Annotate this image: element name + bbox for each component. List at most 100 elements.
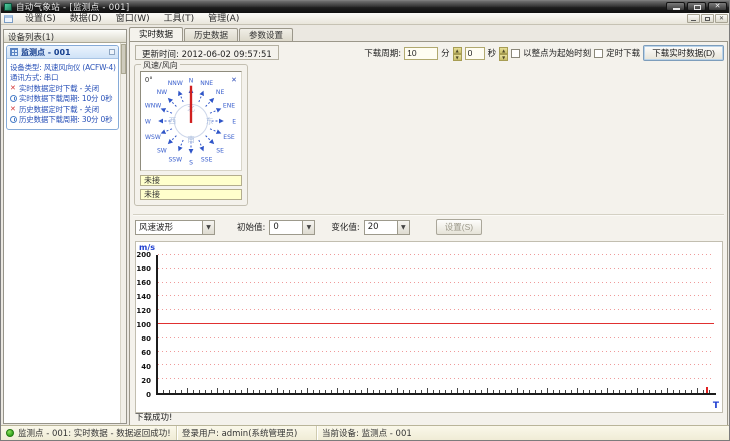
collapse-icon[interactable] <box>109 49 115 55</box>
status-message: 监测点 - 001: 实时数据 - 数据返回成功! <box>1 426 177 440</box>
svg-text:ESE: ESE <box>223 134 235 141</box>
download-controls: 下载周期: 分 秒 以整点为起始时刻 定时下载 下载实时数据(D) <box>364 45 724 61</box>
update-time-label: 更新时间: 2012-06-02 09:57:51 <box>135 45 279 60</box>
initial-value-label: 初始值: <box>237 223 266 233</box>
device-type-row: 设备类型: 风速风向仪 (ACFW-4) <box>10 62 116 72</box>
seconds-input[interactable] <box>464 46 485 60</box>
realtime-period-row: 实时数据下载周期: 10分 0秒 <box>10 94 116 105</box>
checkbox-icon[interactable] <box>594 48 604 58</box>
menu-tools[interactable]: 工具(T) <box>157 13 202 25</box>
wind-group: 风速/风向 0° ✕ N NNE NE ENE E ESE SE SSE S S… <box>134 60 248 206</box>
chart-plot <box>156 254 716 395</box>
status-current-device: 当前设备: 监测点 - 001 <box>322 429 412 439</box>
waveform-select[interactable]: 风速波形 <box>135 219 215 235</box>
chevron-down-icon[interactable] <box>302 220 315 234</box>
download-realtime-button[interactable]: 下载实时数据(D) <box>643 45 724 61</box>
download-status-text: 下载成功! <box>135 413 173 423</box>
chevron-down-icon[interactable] <box>202 220 214 234</box>
wind-compass: 0° ✕ N NNE NE ENE E ESE SE SSE S SSW SW … <box>140 71 242 171</box>
clock-icon <box>10 116 17 124</box>
device-list-header: 设备列表(1) <box>4 30 126 43</box>
svg-text:SW: SW <box>157 147 167 154</box>
svg-text:E: E <box>232 118 236 125</box>
chart-controls: 风速波形 初始值: 0 变化值: 20 设置(S) <box>135 219 483 235</box>
disabled-x-icon <box>10 104 19 114</box>
svg-text:SE: SE <box>216 147 224 154</box>
tab-bar: 实时数据 历史数据 参数设置 <box>129 27 294 41</box>
svg-text:SSE: SSE <box>201 156 213 163</box>
minutes-stepper[interactable] <box>452 46 462 61</box>
device-list-panel: 设备列表(1) 监测点 - 001 设备类型: 风速风向仪 (ACFW-4) 通… <box>3 29 127 424</box>
disabled-x-icon <box>10 83 19 93</box>
device-title: 监测点 - 001 <box>21 47 71 57</box>
wind-degree-label: 0° <box>145 76 153 84</box>
menu-data[interactable]: 数据(D) <box>63 13 109 25</box>
seconds-unit-label: 秒 <box>487 49 497 59</box>
wind-group-title: 风速/风向 <box>141 60 180 71</box>
clock-icon <box>10 95 17 103</box>
window-title: 自动气象站 - [监测点 - 001] <box>16 3 130 13</box>
mdi-minimize-icon[interactable] <box>687 14 700 23</box>
seconds-stepper[interactable] <box>499 46 509 61</box>
close-icon[interactable]: ✕ <box>708 2 727 11</box>
svg-text:WNW: WNW <box>145 102 162 109</box>
download-period-label: 下载周期: <box>364 49 402 59</box>
title-bar: 自动气象站 - [监测点 - 001] ✕ <box>1 1 729 13</box>
svg-text:S: S <box>189 159 193 166</box>
svg-text:南: 南 <box>187 135 194 144</box>
svg-text:W: W <box>145 118 151 125</box>
status-login-user: 登录用户: admin(系统管理员) <box>177 426 317 440</box>
tab-parameter-settings[interactable]: 参数设置 <box>239 28 294 41</box>
status-bar: 监测点 - 001: 实时数据 - 数据返回成功! 登录用户: admin(系统… <box>1 425 729 440</box>
app-icon <box>4 3 12 11</box>
realtime-data-pane: 更新时间: 2012-06-02 09:57:51 下载周期: 分 秒 以整点为… <box>129 41 728 426</box>
mdi-restore-icon[interactable] <box>701 14 714 23</box>
device-icon <box>10 48 18 56</box>
divider <box>133 214 724 216</box>
device-comm-row: 通讯方式: 串口 <box>10 73 59 83</box>
app-window: 自动气象站 - [监测点 - 001] ✕ 设置(S) 数据(D) 窗口(W) … <box>0 0 730 441</box>
minutes-unit-label: 分 <box>441 49 450 59</box>
chart-yaxis-labels: 0 20 40 60 80 100 120 140 160 180 200 <box>136 251 151 399</box>
chevron-down-icon[interactable] <box>396 220 409 234</box>
spin-up-icon[interactable] <box>499 46 509 54</box>
menu-bar: 设置(S) 数据(D) 窗口(W) 工具(T) 管理(A) ✕ <box>1 13 729 25</box>
timed-download-checkbox[interactable]: 定时下载 <box>594 47 640 59</box>
svg-text:ENE: ENE <box>223 102 235 109</box>
device-list-scrollbar[interactable] <box>120 43 126 423</box>
start-on-hour-checkbox[interactable]: 以整点为起始时刻 <box>511 47 591 59</box>
status-ok-icon <box>6 429 14 437</box>
svg-text:WSW: WSW <box>145 134 161 141</box>
settings-button[interactable]: 设置(S) <box>435 219 483 235</box>
wind-speed-value: 未接 <box>140 175 242 186</box>
initial-value-select[interactable]: 0 <box>269 219 316 235</box>
realtime-timer-row: 实时数据定时下载 - 关闭 <box>10 83 116 94</box>
checkbox-icon[interactable] <box>511 48 521 58</box>
minimize-icon[interactable] <box>666 2 685 11</box>
mdi-close-icon[interactable]: ✕ <box>715 14 728 23</box>
wind-invalid-icon: ✕ <box>231 76 237 84</box>
device-card-header[interactable]: 监测点 - 001 <box>7 46 118 59</box>
history-timer-row: 历史数据定时下载 - 关闭 <box>10 104 116 115</box>
svg-text:NNE: NNE <box>200 80 213 87</box>
change-value-select[interactable]: 20 <box>363 219 410 235</box>
svg-text:N: N <box>189 77 194 84</box>
spin-down-icon[interactable] <box>499 53 509 61</box>
svg-text:NE: NE <box>216 89 225 96</box>
wind-direction-value: 未接 <box>140 189 242 200</box>
spin-up-icon[interactable] <box>452 46 462 54</box>
tab-history-data[interactable]: 历史数据 <box>184 28 239 41</box>
svg-text:NW: NW <box>157 89 168 96</box>
menu-admin[interactable]: 管理(A) <box>201 13 246 25</box>
svg-text:西: 西 <box>169 116 176 125</box>
menu-window[interactable]: 窗口(W) <box>109 13 157 25</box>
maximize-icon[interactable] <box>687 2 706 11</box>
tab-realtime-data[interactable]: 实时数据 <box>129 27 184 41</box>
history-period-row: 历史数据下载周期: 30分 0秒 <box>10 115 116 126</box>
wind-speed-chart: m/s 0 20 40 60 80 100 120 140 160 180 200 T <box>135 241 723 413</box>
minutes-input[interactable] <box>404 46 439 60</box>
spin-down-icon[interactable] <box>452 53 462 61</box>
device-card[interactable]: 监测点 - 001 设备类型: 风速风向仪 (ACFW-4) 通讯方式: 串口 … <box>6 45 119 130</box>
chart-xlabel: T <box>712 401 719 411</box>
menu-settings[interactable]: 设置(S) <box>18 13 63 25</box>
